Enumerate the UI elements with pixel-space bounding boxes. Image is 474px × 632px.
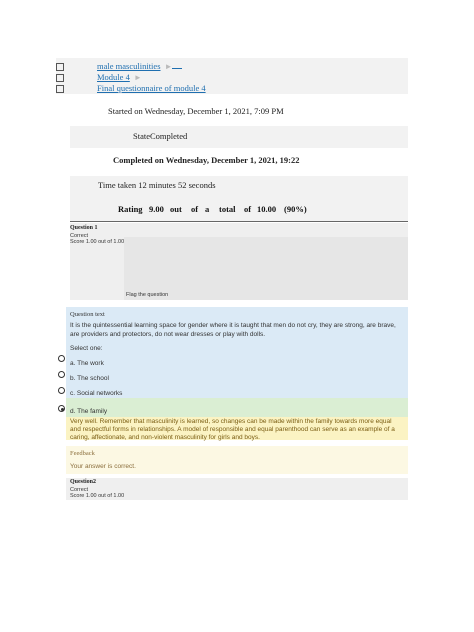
checkbox-icon — [56, 74, 64, 82]
flag-question-link[interactable]: Flag the question — [126, 292, 168, 298]
summary-time-row: Time taken 12 minutes 52 seconds — [70, 176, 408, 198]
breadcrumb: male masculinities ► Module 4 ► Final ques… — [56, 58, 408, 94]
option-a-label[interactable]: a. The work — [70, 360, 104, 367]
breadcrumb-link-module[interactable]: Module 4 ► — [97, 72, 142, 82]
state-text: StateCompleted — [133, 131, 188, 141]
rating-value: 9.00 — [149, 204, 164, 214]
checkbox-icon — [56, 85, 64, 93]
question-score: Score 1.00 out of 1.00 — [70, 239, 125, 245]
question-text-label: Question text — [70, 311, 105, 318]
time-taken-text: Time taken 12 minutes 52 seconds — [98, 180, 216, 190]
option-a-radio[interactable] — [58, 355, 65, 362]
rating-word: of — [191, 204, 199, 214]
option-b-label[interactable]: b. The school — [70, 375, 109, 382]
breadcrumb-link-course[interactable]: male masculinities ► — [97, 61, 183, 71]
rating-percent: (90%) — [284, 204, 307, 214]
explanation-text: Very well. Remember that masculinity is … — [70, 418, 395, 441]
question-number: Question 1 — [70, 225, 98, 231]
rating-word: a — [205, 204, 210, 214]
question2-info: Question2 Correct Score 1.00 out of 1.00 — [66, 478, 408, 500]
rating-total: 10.00 — [257, 204, 277, 214]
summary-state-row: StateCompleted — [70, 126, 408, 148]
question-text: It is the quintessential learning space … — [70, 322, 396, 338]
arrow-right-icon: ► — [164, 62, 173, 71]
feedback-title: Feedback — [70, 450, 95, 457]
option-b-radio[interactable] — [58, 371, 65, 378]
breadcrumb-item-module: Module 4 ► — [56, 72, 408, 83]
option-d-radio[interactable] — [58, 405, 65, 412]
question-score: Score 1.00 out of 1.00 — [70, 493, 125, 499]
summary-started-row: Started on Wednesday, December 1, 2021, … — [70, 100, 408, 126]
rating-word: Rating — [118, 204, 143, 214]
feedback-panel: Feedback Your answer is correct. — [66, 446, 408, 474]
question-info: Question 1 Correct Score 1.00 out of 1.0… — [70, 223, 408, 300]
question-info-panel — [124, 237, 408, 300]
select-one-label: Select one: — [70, 345, 103, 352]
summary-completed-row: Completed on Wednesday, December 1, 2021… — [70, 148, 408, 176]
breadcrumb-item-quiz: Final questionnaire of module 4 — [56, 83, 408, 94]
checkbox-icon — [56, 63, 64, 71]
rating-word: total — [219, 204, 236, 214]
breadcrumb-item-course: male masculinities ► — [56, 61, 408, 72]
correct-answer-highlight: d. The family — [66, 398, 408, 417]
rating-word: of — [244, 204, 252, 214]
arrow-right-icon: ► — [133, 73, 142, 82]
completed-text: Completed on Wednesday, December 1, 2021… — [113, 155, 300, 165]
option-d-label[interactable]: d. The family — [70, 408, 107, 415]
explanation-panel: Very well. Remember that masculinity is … — [66, 417, 408, 441]
feedback-text: Your answer is correct. — [70, 463, 136, 470]
started-text: Started on Wednesday, December 1, 2021, … — [108, 106, 284, 116]
question-number: Question2 — [70, 479, 97, 485]
option-c-label[interactable]: c. Social networks — [70, 390, 122, 397]
summary-rating-row: Rating 9.00 out of a total of 10.00 (90%… — [70, 198, 408, 222]
breadcrumb-link-quiz[interactable]: Final questionnaire of module 4 — [97, 83, 206, 93]
question-text-panel: Question text It is the quintessential l… — [66, 307, 408, 398]
rating-word: out — [170, 204, 182, 214]
option-c-radio[interactable] — [58, 387, 65, 394]
